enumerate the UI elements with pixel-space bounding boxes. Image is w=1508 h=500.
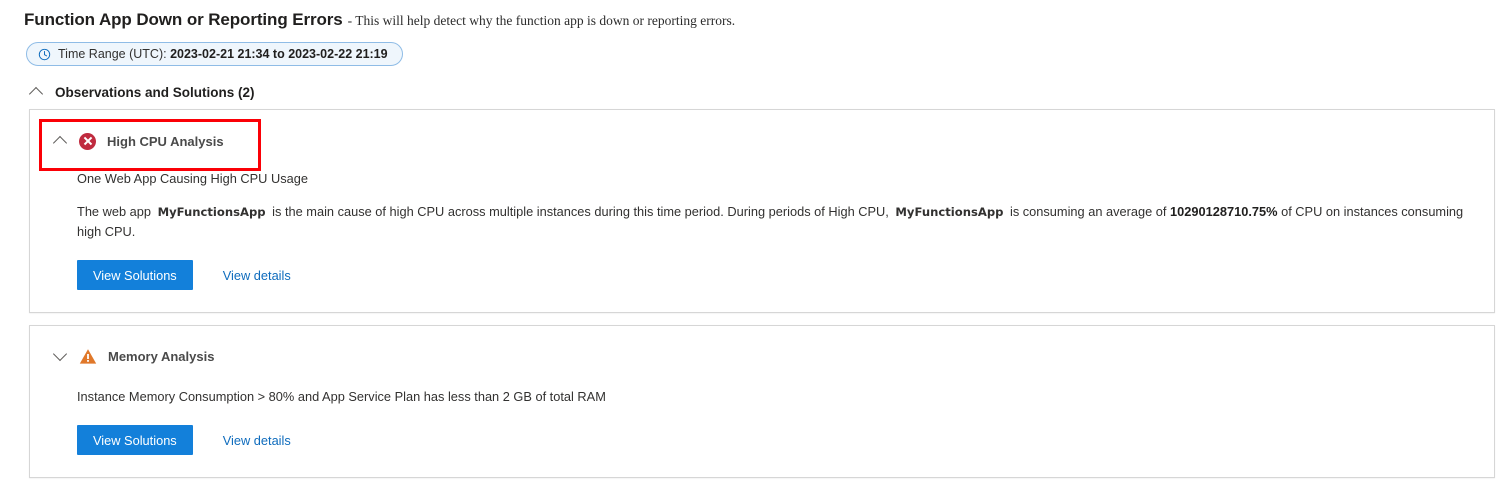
title-separator: - xyxy=(347,13,353,28)
insight-card-high-cpu: High CPU Analysis One Web App Causing Hi… xyxy=(29,109,1495,313)
time-range-label: Time Range (UTC): 2023-02-21 21:34 to 20… xyxy=(58,47,388,61)
insight-body-memory: Instance Memory Consumption > 80% and Ap… xyxy=(30,387,1494,477)
insight-card-header-memory[interactable]: Memory Analysis xyxy=(30,326,1494,369)
time-range-row: Time Range (UTC): 2023-02-21 21:34 to 20… xyxy=(0,30,1508,66)
insight-card-header-high-cpu[interactable]: High CPU Analysis xyxy=(30,110,1494,154)
paragraph-part-3: is consuming an average of xyxy=(1009,204,1167,219)
insight-actions: View Solutions View details xyxy=(77,260,1472,312)
page-subtitle: - This will help detect why the function… xyxy=(348,13,735,29)
time-range-pill[interactable]: Time Range (UTC): 2023-02-21 21:34 to 20… xyxy=(26,42,403,66)
app-name-token-2: MyFunctionsApp xyxy=(895,205,1004,219)
chevron-up-icon[interactable] xyxy=(52,133,68,149)
error-icon xyxy=(79,132,96,150)
app-name-token-1: MyFunctionsApp xyxy=(157,205,266,219)
insight-body-high-cpu: One Web App Causing High CPU Usage The w… xyxy=(30,171,1494,312)
view-solutions-button[interactable]: View Solutions xyxy=(77,425,193,455)
paragraph-part-2: is the main cause of high CPU across mul… xyxy=(272,204,889,219)
insight-subhead: One Web App Causing High CPU Usage xyxy=(77,171,308,186)
view-details-link[interactable]: View details xyxy=(223,268,291,283)
view-details-link[interactable]: View details xyxy=(223,433,291,448)
view-solutions-button[interactable]: View Solutions xyxy=(77,260,193,290)
chevron-up-icon[interactable] xyxy=(28,84,44,100)
page-title: Function App Down or Reporting Errors xyxy=(24,10,343,29)
insight-title: High CPU Analysis xyxy=(107,133,224,149)
insight-paragraph: The web app MyFunctionsApp is the main c… xyxy=(77,202,1472,242)
time-range-prefix: Time Range (UTC): xyxy=(58,47,167,61)
insights-list: High CPU Analysis One Web App Causing Hi… xyxy=(0,100,1508,478)
chevron-down-icon[interactable] xyxy=(52,348,68,364)
cpu-percent-value: 10290128710.75% xyxy=(1170,204,1278,219)
observations-section-header[interactable]: Observations and Solutions (2) xyxy=(0,66,1508,100)
insight-card-memory: Memory Analysis Instance Memory Consumpt… xyxy=(29,325,1495,478)
page-header: Function App Down or Reporting Errors - … xyxy=(0,0,1508,30)
time-range-value: 2023-02-21 21:34 to 2023-02-22 21:19 xyxy=(170,47,388,61)
paragraph-part-1: The web app xyxy=(77,204,151,219)
insight-title: Memory Analysis xyxy=(108,348,215,364)
insight-paragraph: Instance Memory Consumption > 80% and Ap… xyxy=(77,389,606,404)
page-subtitle-text: This will help detect why the function a… xyxy=(355,13,736,28)
observations-title: Observations and Solutions (2) xyxy=(55,84,255,100)
warning-icon xyxy=(79,348,97,365)
clock-icon xyxy=(38,48,51,61)
insight-actions: View Solutions View details xyxy=(77,425,1472,477)
